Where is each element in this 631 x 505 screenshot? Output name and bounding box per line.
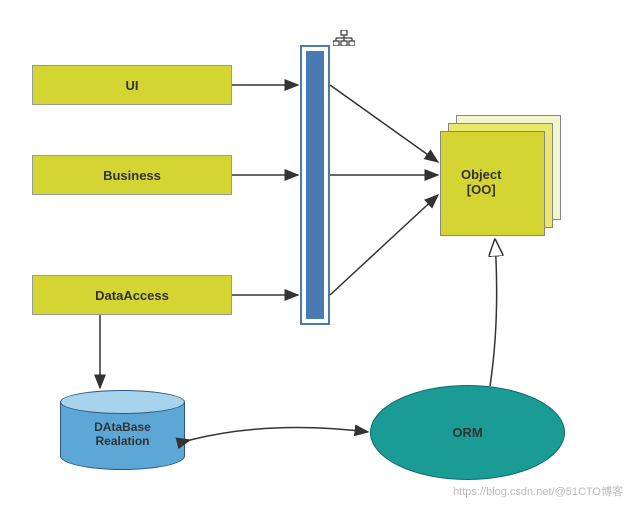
database-label-line1: DAtaBase (60, 420, 185, 434)
dataaccess-layer-box: DataAccess (32, 275, 232, 315)
orm-ellipse: ORM (370, 385, 565, 480)
cylinder-top (60, 390, 185, 414)
business-layer-label: Business (103, 168, 161, 183)
database-label: DAtaBase Realation (60, 420, 185, 448)
object-label-line1: Object (461, 167, 501, 182)
orm-label: ORM (452, 425, 482, 440)
ui-layer-label: UI (126, 78, 139, 93)
object-note-front: Object [OO] (440, 131, 545, 236)
database-label-line2: Realation (60, 434, 185, 448)
network-icon (333, 30, 355, 51)
pipeline-bar-inner (306, 51, 324, 319)
diagram-canvas: UI Business DataAccess Object [OO] (0, 0, 631, 505)
ui-layer-box: UI (32, 65, 232, 105)
dataaccess-layer-label: DataAccess (95, 288, 169, 303)
watermark-text: https://blog.csdn.net/@51CTO博客 (453, 483, 623, 499)
database-cylinder: DAtaBase Realation (60, 390, 185, 470)
business-layer-box: Business (32, 155, 232, 195)
object-label-line2: [OO] (461, 182, 501, 197)
object-label: Object [OO] (461, 167, 501, 197)
